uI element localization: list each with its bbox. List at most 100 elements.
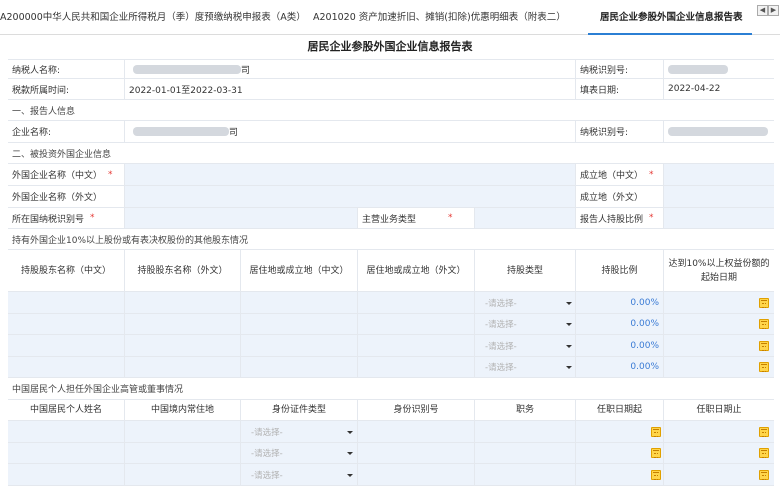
calendar-icon[interactable]: [759, 448, 769, 458]
id-type-select[interactable]: -请选择-: [241, 464, 358, 485]
tax-period-value: 2022-01-01至2022-03-31: [125, 79, 576, 99]
position-input[interactable]: [475, 464, 576, 485]
exec-residence-input[interactable]: [125, 421, 241, 442]
company-tax-id-value: [664, 121, 774, 142]
fill-date-value: 2022-04-22: [668, 84, 721, 94]
holding-type-select[interactable]: -请选择-: [475, 335, 576, 356]
id-type-select[interactable]: -请选择-: [241, 421, 358, 442]
main-business-input[interactable]: [475, 208, 576, 228]
tenure-end-input[interactable]: [664, 464, 774, 485]
id-type-select[interactable]: -请选择-: [241, 443, 358, 463]
shareholder-name-cn-input[interactable]: [8, 314, 125, 334]
holding-ratio-input[interactable]: 0.00%: [576, 292, 664, 313]
select-placeholder: -请选择-: [485, 298, 517, 309]
chevron-down-icon: [347, 474, 353, 477]
shareholder-name-cn-input[interactable]: [8, 292, 125, 313]
residence-en-input[interactable]: [358, 357, 475, 377]
exec-residence-input[interactable]: [125, 443, 241, 463]
tab-bar: A200000中华人民共和国企业所得税月（季）度预缴纳税申报表（A类） A201…: [0, 0, 780, 35]
id-number-input[interactable]: [358, 464, 475, 485]
calendar-icon[interactable]: [651, 427, 661, 437]
id-number-input[interactable]: [358, 443, 475, 463]
tab-foreign-enterprise-report[interactable]: 居民企业参股外国企业信息报告表: [588, 0, 752, 35]
holding-type-select[interactable]: -请选择-: [475, 357, 576, 377]
select-placeholder: -请选择-: [251, 427, 283, 438]
exec-header-row: 中国居民个人姓名 中国境内常住地 身份证件类型 身份识别号 职务 任职日期起 任…: [8, 400, 774, 421]
tenure-start-input[interactable]: [576, 421, 664, 442]
holding-ratio-input[interactable]: 0.00%: [576, 314, 664, 334]
shareholder-header-row: 持股股东名称（中文） 持股股东名称（外文） 居住地或成立地（中文） 居住地或成立…: [8, 250, 774, 292]
select-placeholder: -请选择-: [485, 363, 517, 373]
calendar-icon[interactable]: [759, 470, 769, 480]
exec-name-input[interactable]: [8, 464, 125, 485]
holding-ratio-input[interactable]: 0.00%: [576, 357, 664, 377]
calendar-icon[interactable]: [651, 470, 661, 480]
redacted-block: [133, 127, 229, 136]
company-name-suffix: 司: [229, 128, 239, 138]
exec-name-input[interactable]: [8, 443, 125, 463]
residence-cn-input[interactable]: [241, 314, 358, 334]
shareholder-name-en-input[interactable]: [125, 314, 241, 334]
residence-cn-input[interactable]: [241, 292, 358, 313]
exec-residence-input[interactable]: [125, 464, 241, 485]
tenure-start-input[interactable]: [576, 464, 664, 485]
redacted-block: [668, 64, 728, 74]
established-cn-input[interactable]: [664, 164, 774, 185]
exec-row: -请选择-: [8, 443, 774, 464]
foreign-tax-id-input[interactable]: [125, 208, 358, 228]
foreign-taxid-row: 所在国纳税识别号 * 主营业务类型 * 报告人持股比例 *: [8, 208, 774, 229]
calendar-icon[interactable]: [651, 448, 661, 458]
fill-date-label: 填表日期:: [576, 79, 664, 99]
main-business-label: 主营业务类型 *: [358, 208, 475, 228]
tab-prev-icon[interactable]: ◀: [757, 5, 768, 16]
foreign-name-cn-text: 外国企业名称（中文）: [12, 171, 103, 181]
residence-en-input[interactable]: [358, 292, 475, 313]
shareholder-name-en-input[interactable]: [125, 357, 241, 377]
start-date-input[interactable]: [664, 292, 774, 313]
tax-period-row: 税款所属时间: 2022-01-01至2022-03-31 填表日期: 2022…: [8, 79, 774, 100]
section-executives: 中国居民个人担任外国企业高管或董事情况: [8, 378, 774, 400]
start-date-input[interactable]: [664, 357, 774, 377]
shareholder-row: -请选择- 0.00%: [8, 335, 774, 357]
residence-en-input[interactable]: [358, 314, 475, 334]
holding-ratio-input[interactable]: 0.00%: [576, 335, 664, 356]
holding-type-select[interactable]: -请选择-: [475, 292, 576, 313]
shareholder-name-en-input[interactable]: [125, 335, 241, 356]
residence-cn-input[interactable]: [241, 335, 358, 356]
shareholder-name-cn-input[interactable]: [8, 357, 125, 377]
residence-cn-input[interactable]: [241, 357, 358, 377]
tab-a200000[interactable]: A200000中华人民共和国企业所得税月（季）度预缴纳税申报表（A类）: [0, 0, 300, 35]
shareholder-row: -请选择- 0.00%: [8, 357, 774, 378]
established-en-input[interactable]: [664, 186, 774, 207]
exec-name-input[interactable]: [8, 421, 125, 442]
start-date-input[interactable]: [664, 314, 774, 334]
id-number-input[interactable]: [358, 421, 475, 442]
tenure-end-input[interactable]: [664, 421, 774, 442]
tenure-end-input[interactable]: [664, 443, 774, 463]
tab-a201020[interactable]: A201020 资产加速折旧、摊销(扣除)优惠明细表（附表二）: [313, 0, 573, 35]
position-input[interactable]: [475, 421, 576, 442]
shareholder-row: -请选择- 0.00%: [8, 292, 774, 314]
foreign-name-cn-input[interactable]: [125, 164, 576, 185]
foreign-name-en-label: 外国企业名称（外文）: [8, 186, 125, 207]
residence-en-input[interactable]: [358, 335, 475, 356]
holding-type-select[interactable]: -请选择-: [475, 314, 576, 334]
select-placeholder: -请选择-: [251, 470, 283, 481]
tenure-start-input[interactable]: [576, 443, 664, 463]
chevron-down-icon: [566, 302, 572, 305]
calendar-icon[interactable]: [759, 341, 769, 351]
col-exec-name: 中国居民个人姓名: [8, 400, 125, 420]
start-date-input[interactable]: [664, 335, 774, 356]
shareholder-name-cn-input[interactable]: [8, 335, 125, 356]
reporter-ratio-input[interactable]: [664, 208, 774, 228]
position-input[interactable]: [475, 443, 576, 463]
tab-next-icon[interactable]: ▶: [768, 5, 779, 16]
col-position: 职务: [475, 400, 576, 420]
calendar-icon[interactable]: [759, 298, 769, 308]
calendar-icon[interactable]: [759, 427, 769, 437]
calendar-icon[interactable]: [759, 319, 769, 329]
shareholder-name-en-input[interactable]: [125, 292, 241, 313]
company-name-value: 司: [125, 121, 576, 142]
calendar-icon[interactable]: [759, 362, 769, 372]
foreign-name-en-input[interactable]: [125, 186, 576, 207]
